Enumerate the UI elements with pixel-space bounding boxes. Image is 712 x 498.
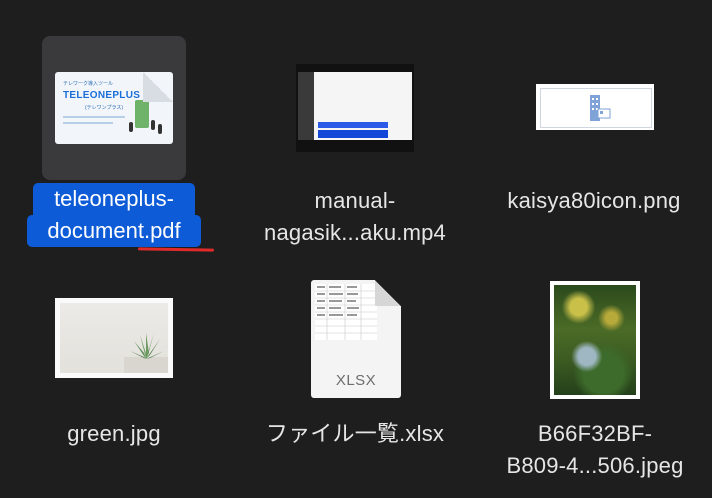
file-name-line: nagasik...aku.mp4 bbox=[264, 220, 446, 245]
image-thumbnail[interactable] bbox=[536, 84, 654, 130]
pdf-thumb-subtitle: (テレワンプラス) bbox=[85, 105, 124, 111]
image-thumbnail[interactable] bbox=[55, 298, 173, 378]
image-frame bbox=[540, 88, 652, 128]
page-fold bbox=[375, 280, 401, 306]
succulent-plant-icon bbox=[124, 333, 168, 373]
file-name-line: kaisya80icon.png bbox=[507, 188, 681, 213]
video-banner bbox=[318, 130, 388, 138]
pdf-thumbnail[interactable]: テレワーク導入ツール TELEONEPLUS (テレワンプラス) bbox=[55, 72, 173, 144]
file-grid: テレワーク導入ツール TELEONEPLUS (テレワンプラス) teleone… bbox=[0, 0, 712, 498]
pdf-text-line bbox=[63, 116, 125, 118]
file-name-line: teleoneplus- bbox=[33, 183, 195, 215]
file-name-line: green.jpg bbox=[67, 421, 161, 446]
file-name-line: manual- bbox=[314, 188, 396, 213]
file-name-line: B66F32BF- bbox=[537, 421, 653, 446]
spreadsheet-thumbnail[interactable]: XLSX bbox=[311, 280, 401, 398]
video-sidebar bbox=[298, 72, 314, 140]
file-name[interactable]: ファイル一覧.xlsx bbox=[245, 418, 465, 450]
file-name-line: B809-4...506.jpeg bbox=[506, 453, 684, 478]
file-name[interactable]: kaisya80icon.png bbox=[484, 185, 704, 217]
file-type-badge: XLSX bbox=[335, 372, 377, 389]
pdf-text-line bbox=[63, 122, 113, 124]
pdf-thumb-caption: テレワーク導入ツール bbox=[63, 81, 114, 87]
pdf-thumb-title: TELEONEPLUS bbox=[63, 90, 141, 101]
building-icon bbox=[590, 95, 611, 121]
file-name-line: ファイル一覧.xlsx bbox=[265, 421, 445, 446]
video-frame bbox=[298, 72, 412, 140]
image-thumbnail[interactable] bbox=[550, 281, 640, 399]
page-fold bbox=[143, 72, 173, 102]
spreadsheet-preview-icon bbox=[315, 284, 377, 340]
person-illustration bbox=[151, 120, 155, 130]
person-illustration bbox=[158, 124, 162, 134]
file-name-line: document.pdf bbox=[27, 215, 201, 247]
person-illustration bbox=[129, 122, 133, 132]
file-name-selected[interactable]: teleoneplus- document.pdf bbox=[27, 183, 201, 247]
file-name[interactable]: green.jpg bbox=[4, 418, 224, 450]
video-thumbnail[interactable] bbox=[296, 64, 414, 152]
image-frame bbox=[60, 303, 168, 373]
phone-illustration bbox=[135, 100, 149, 128]
video-banner bbox=[318, 122, 388, 128]
image-frame bbox=[554, 285, 636, 395]
red-underline-annotation bbox=[137, 247, 215, 252]
file-name[interactable]: manual- nagasik...aku.mp4 bbox=[245, 185, 465, 249]
file-name[interactable]: B66F32BF- B809-4...506.jpeg bbox=[485, 418, 705, 482]
